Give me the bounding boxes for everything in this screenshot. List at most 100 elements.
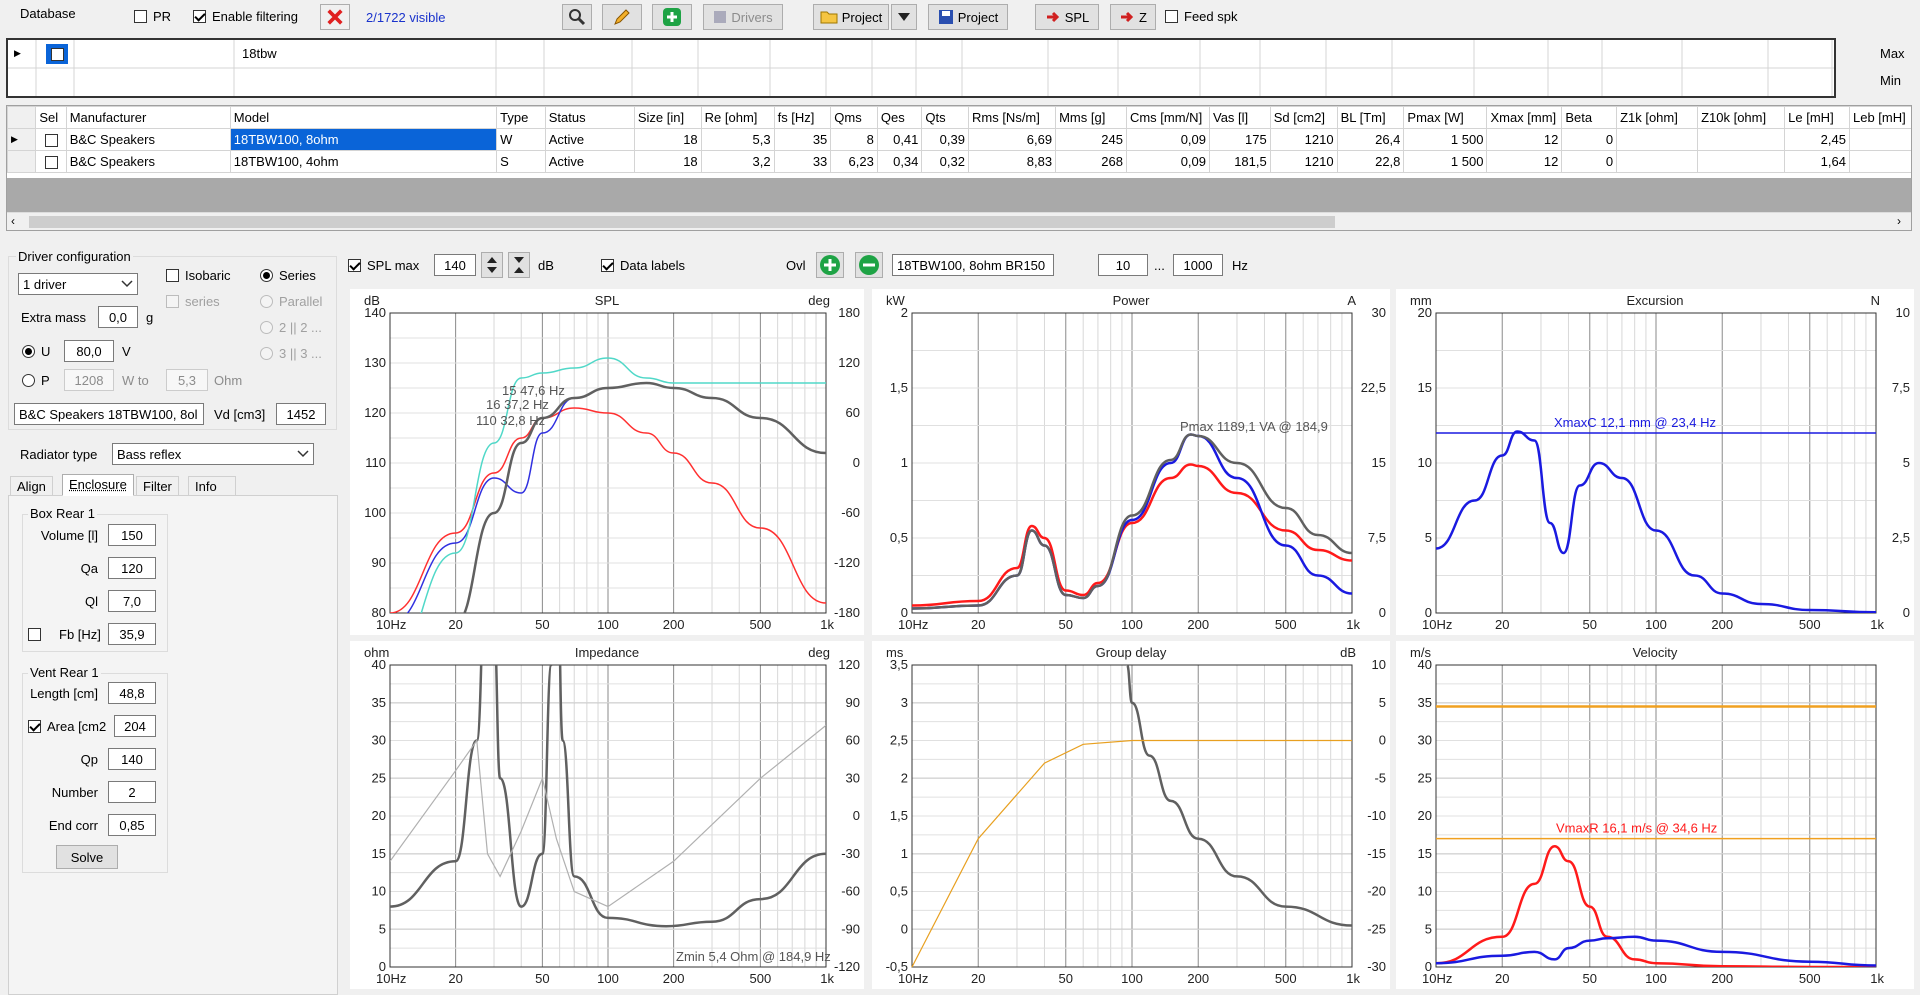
table-cell[interactable]: 2,45 [1784,128,1850,151]
column-header[interactable]: Type [496,106,546,129]
power-chart[interactable]: Power kW A 2 1,5 1 0,5 0 30 22,5 15 7,5 0 10Hz 20 50 100… [872,289,1390,635]
column-header[interactable]: Mms [g] [1055,106,1127,129]
area-checkbox[interactable]: Area [cm2 [28,719,106,734]
scroll-right-icon[interactable]: › [1897,214,1901,228]
column-header[interactable]: fs [Hz] [773,106,832,129]
table-cell[interactable]: 26,4 [1336,128,1405,151]
column-header[interactable]: Re [ohm] [700,106,775,129]
enable-filtering-checkbox[interactable]: Enable filtering [193,9,298,24]
table-cell[interactable]: 0 [1561,128,1618,151]
open-project-button[interactable]: Project [813,4,889,30]
column-header[interactable]: Cms [mm/N] [1125,106,1211,129]
volume-input[interactable]: 150 [108,524,156,546]
save-project-button[interactable]: Project [928,4,1008,30]
table-cell[interactable]: 22,8 [1336,150,1405,173]
overlay-name-field[interactable]: 18TBW100, 8ohm BR150 [892,254,1054,276]
column-header[interactable]: Qes [876,106,923,129]
isobaric-checkbox[interactable]: Isobaric [166,268,231,283]
table-cell[interactable]: 8,83 [967,150,1057,173]
spl-max-input[interactable]: 140 [434,254,476,276]
spl-autoscale-button[interactable] [508,252,530,278]
remove-overlay-button[interactable] [855,252,883,278]
table-cell[interactable]: 3,2 [700,150,775,173]
add-driver-button[interactable] [652,4,692,30]
table-cell[interactable]: Active [544,150,635,173]
parallel-radio[interactable]: Parallel [260,294,322,309]
table-cell[interactable]: 12 [1486,128,1563,151]
extra-mass-input[interactable]: 0,0 [98,306,138,328]
fb-checkbox[interactable]: Fb [Hz] [28,627,101,642]
table-cell[interactable]: 6,23 [830,150,878,173]
area-input[interactable]: 204 [114,715,156,737]
table-cell[interactable]: 245 [1055,128,1127,151]
drivers-count-select[interactable]: 1 driver [18,273,138,295]
row-header[interactable] [7,150,37,173]
table-cell[interactable]: 175 [1209,128,1271,151]
table-cell[interactable] [1848,128,1911,151]
drivers-button[interactable]: Drivers [703,4,783,30]
table-cell[interactable] [1616,150,1699,173]
table-cell[interactable]: 33 [773,150,832,173]
feed-spk-checkbox[interactable]: Feed spk [1165,9,1237,24]
clear-filter-button[interactable] [320,4,350,30]
spl-max-spinner[interactable] [481,252,503,278]
table-cell[interactable]: 18 [633,150,702,173]
group-delay-chart[interactable]: Group delay ms dB 3,5 3 2,5 2 1,5 1 0,5 0 -0,5 10 5 0-… [872,641,1390,989]
table-cell[interactable]: 181,5 [1209,150,1271,173]
table-cell[interactable]: 0,09 [1125,150,1211,173]
row-header[interactable]: ▶ [7,128,37,151]
table-cell[interactable]: 6,69 [967,128,1057,151]
project-dropdown-button[interactable] [891,4,917,30]
power-input[interactable]: 1208 [64,369,114,391]
table-cell[interactable] [1616,128,1699,151]
series-radio[interactable]: Series [260,268,316,283]
column-header[interactable]: Sel [35,106,67,129]
column-header[interactable]: Z1k [ohm] [1616,106,1699,129]
solve-button[interactable]: Solve [56,845,118,869]
table-cell[interactable]: 0,32 [921,150,969,173]
table-cell[interactable]: 1 500 [1403,150,1488,173]
scroll-left-icon[interactable]: ‹ [11,214,15,228]
column-header[interactable]: BL [Tm] [1336,106,1405,129]
table-cell[interactable]: 35 [773,128,832,151]
table-cell[interactable]: S [496,150,546,173]
table-cell[interactable]: 0,09 [1125,128,1211,151]
column-header[interactable]: Size [in] [633,106,702,129]
option-3x3-radio[interactable]: 3 || 3 ... [260,346,322,361]
series-checkbox[interactable]: series [166,294,220,309]
column-header[interactable]: Leb [mH] [1848,106,1911,129]
column-header[interactable]: Manufacturer [65,106,231,129]
table-cell[interactable]: 1210 [1269,150,1338,173]
table-cell[interactable]: 0,34 [876,150,923,173]
length-input[interactable]: 48,8 [108,682,156,704]
add-overlay-button[interactable] [816,252,844,278]
row-select-checkbox[interactable] [35,128,67,151]
table-cell[interactable]: 18TBW100, 8ohm [229,128,498,151]
excursion-chart[interactable]: Excursion mm N 20 15 10 5 0 10 7,5 5 2,5 0 10Hz 20 50 10… [1396,289,1914,635]
scrollbar-thumb[interactable] [29,216,1335,228]
table-cell[interactable] [1848,150,1911,173]
column-header[interactable]: Le [mH] [1784,106,1850,129]
column-header[interactable]: Status [544,106,635,129]
table-cell[interactable] [1697,128,1786,151]
table-cell[interactable]: 8 [830,128,878,151]
table-cell[interactable]: B&C Speakers [65,150,231,173]
tab-info[interactable]: Info [188,476,236,496]
qa-input[interactable]: 120 [108,557,156,579]
row-select-checkbox[interactable] [35,150,67,173]
radiator-type-select[interactable]: Bass reflex [112,443,314,465]
table-cell[interactable]: 0,39 [921,128,969,151]
column-header[interactable]: Qms [830,106,878,129]
tab-filter[interactable]: Filter [136,476,179,496]
freq-to-input[interactable]: 1000 [1173,254,1223,276]
table-cell[interactable]: 1 500 [1403,128,1488,151]
table-cell[interactable]: 0,41 [876,128,923,151]
freq-from-input[interactable]: 10 [1098,254,1148,276]
table-row[interactable]: B&C Speakers 18TBW100, 4ohm S Active 18 3,2 33… [7,150,1911,173]
data-labels-checkbox[interactable]: Data labels [601,258,685,273]
pr-checkbox[interactable]: PR [134,9,171,24]
table-cell[interactable]: 268 [1055,150,1127,173]
table-cell[interactable]: 12 [1486,150,1563,173]
column-header[interactable]: Z10k [ohm] [1697,106,1786,129]
number-input[interactable]: 2 [108,781,156,803]
